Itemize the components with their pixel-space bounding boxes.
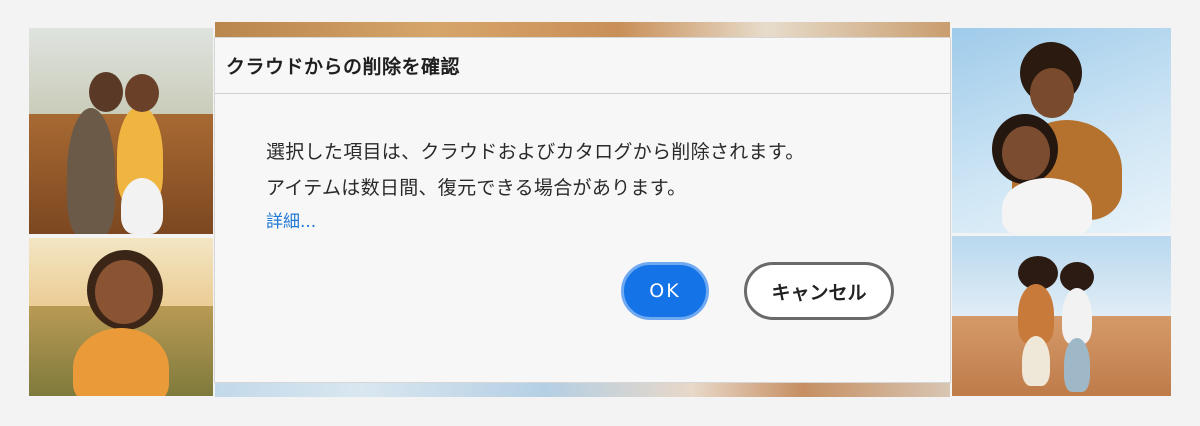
dialog-title: クラウドからの削除を確認 bbox=[226, 56, 461, 78]
photo-person-legs bbox=[1022, 336, 1050, 386]
dialog-header: クラウドからの削除を確認 bbox=[215, 38, 950, 94]
photo-sky bbox=[29, 28, 213, 118]
photo-person bbox=[1018, 284, 1054, 344]
photo-person-head bbox=[1030, 68, 1074, 118]
photo-thumbnail-couple-road[interactable] bbox=[29, 28, 213, 234]
photo-person-legs bbox=[1064, 338, 1090, 392]
photo-person bbox=[1062, 288, 1092, 344]
photo-strip-fill bbox=[215, 382, 950, 397]
photo-person-head bbox=[125, 74, 159, 112]
photo-person bbox=[67, 108, 115, 234]
details-link[interactable]: 詳細... bbox=[266, 207, 316, 232]
dialog-message-line-2: アイテムは数日間、復元できる場合があります。 bbox=[266, 177, 687, 199]
photo-strip-top bbox=[215, 22, 950, 38]
photo-strip-fill bbox=[215, 22, 950, 38]
photo-person-legs bbox=[121, 178, 163, 234]
ok-button[interactable]: OK bbox=[621, 262, 709, 320]
photo-person-head bbox=[95, 260, 153, 324]
photo-thumbnail-piggyback[interactable] bbox=[952, 28, 1171, 233]
photo-strip-bottom bbox=[215, 382, 950, 397]
cancel-button[interactable]: キャンセル bbox=[744, 262, 894, 320]
confirm-delete-dialog: クラウドからの削除を確認 選択した項目は、クラウドおよびカタログから削除されます… bbox=[215, 38, 950, 382]
dialog-message-line-1: 選択した項目は、クラウドおよびカタログから削除されます。 bbox=[266, 141, 805, 163]
photo-thumbnail-friends-road[interactable] bbox=[952, 236, 1171, 396]
dialog-body: 選択した項目は、クラウドおよびカタログから削除されます。 アイテムは数日間、復元… bbox=[215, 94, 950, 232]
photo-person-head bbox=[1002, 126, 1050, 180]
photo-thumbnail-woman-field[interactable] bbox=[29, 238, 213, 396]
photo-person-head bbox=[89, 72, 123, 112]
photo-person bbox=[1002, 178, 1092, 233]
